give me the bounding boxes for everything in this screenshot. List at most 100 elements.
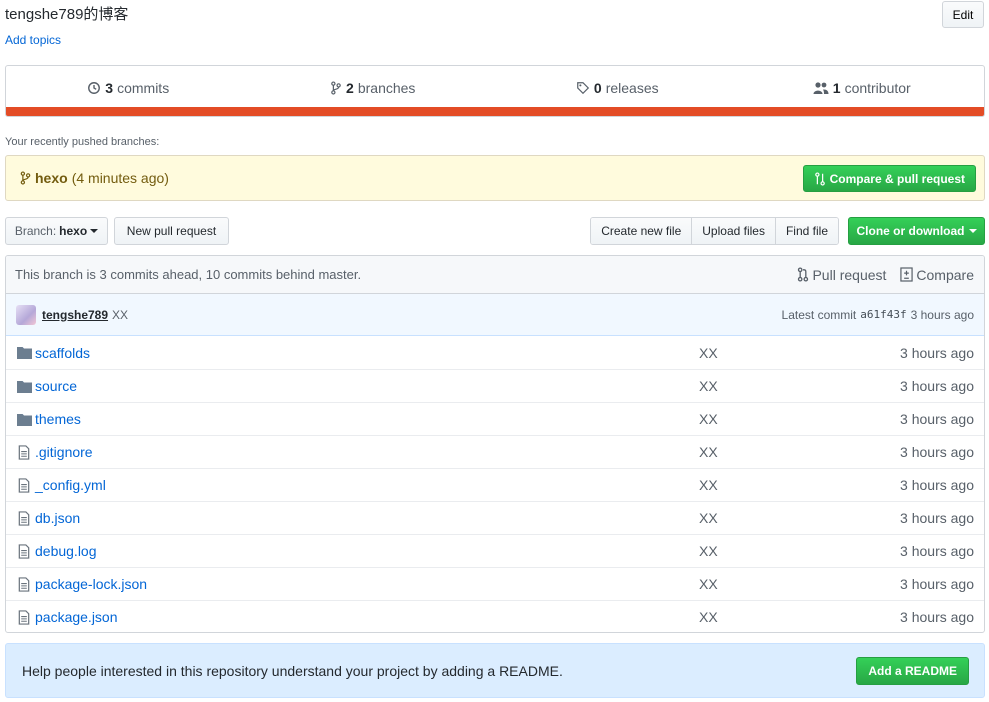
git-branch-icon bbox=[20, 171, 31, 185]
file-name-link[interactable]: .gitignore bbox=[35, 444, 93, 460]
pull-request-label: Pull request bbox=[812, 266, 887, 283]
file-icon bbox=[18, 543, 30, 559]
branch-status-bar: This branch is 3 commits ahead, 10 commi… bbox=[6, 256, 984, 294]
new-pull-request-button[interactable]: New pull request bbox=[114, 217, 229, 245]
commit-author[interactable]: tengshe789 bbox=[42, 308, 108, 322]
commit-message[interactable]: XX bbox=[112, 308, 128, 322]
contributors-label: contributor bbox=[844, 80, 911, 96]
commits-count: 3 bbox=[105, 80, 114, 96]
file-row: .gitignore XX 3 hours ago bbox=[6, 435, 984, 468]
file-commit-message[interactable]: XX bbox=[699, 543, 718, 559]
file-name-link[interactable]: debug.log bbox=[35, 543, 97, 559]
contributors-summary[interactable]: 1 contributor bbox=[740, 66, 985, 110]
file-icon bbox=[18, 576, 30, 592]
file-age: 3 hours ago bbox=[900, 510, 974, 526]
file-commit-message[interactable]: XX bbox=[699, 609, 718, 625]
file-row: package-lock.json XX 3 hours ago bbox=[6, 567, 984, 600]
file-icon bbox=[18, 477, 30, 493]
file-type-icon bbox=[16, 543, 32, 559]
branches-summary[interactable]: 2 branches bbox=[251, 66, 496, 110]
file-age: 3 hours ago bbox=[900, 477, 974, 493]
compare-pull-request-label: Compare & pull request bbox=[829, 171, 965, 186]
readme-prompt-text: Help people interested in this repositor… bbox=[22, 662, 563, 679]
file-age: 3 hours ago bbox=[900, 344, 974, 361]
releases-count: 0 bbox=[593, 80, 602, 96]
recent-branches-label: Your recently pushed branches: bbox=[5, 136, 160, 148]
releases-summary[interactable]: 0 releases bbox=[495, 66, 740, 110]
recent-branch-name[interactable]: hexo bbox=[35, 170, 68, 186]
file-type-icon bbox=[16, 510, 32, 526]
file-type-icon bbox=[16, 444, 32, 460]
file-age: 3 hours ago bbox=[900, 543, 974, 559]
repo-description: tengshe789的博客 bbox=[5, 6, 129, 23]
file-commit-message[interactable]: XX bbox=[699, 411, 718, 427]
avatar[interactable] bbox=[16, 304, 36, 325]
file-name-link[interactable]: source bbox=[35, 378, 77, 394]
file-row: debug.log XX 3 hours ago bbox=[6, 534, 984, 567]
file-commit-message[interactable]: XX bbox=[699, 345, 718, 361]
add-readme-button[interactable]: Add a README bbox=[856, 657, 969, 685]
file-name-link[interactable]: package.json bbox=[35, 609, 118, 625]
file-name-link[interactable]: db.json bbox=[35, 510, 80, 526]
folder-icon bbox=[16, 380, 32, 393]
file-row: db.json XX 3 hours ago bbox=[6, 501, 984, 534]
branches-count: 2 bbox=[346, 80, 354, 96]
file-age: 3 hours ago bbox=[900, 411, 974, 427]
people-icon bbox=[813, 82, 829, 94]
recent-branch-time: (4 minutes ago) bbox=[71, 170, 169, 186]
edit-description-button[interactable]: Edit bbox=[942, 1, 984, 28]
find-file-button[interactable]: Find file bbox=[774, 218, 838, 244]
history-icon bbox=[88, 82, 101, 94]
file-icon bbox=[18, 510, 30, 526]
file-row: _config.yml XX 3 hours ago bbox=[6, 468, 984, 501]
file-type-icon bbox=[16, 413, 32, 426]
add-topics-link[interactable]: Add topics bbox=[5, 33, 61, 47]
branch-select-button[interactable]: Branch: hexo bbox=[5, 217, 108, 245]
file-icon bbox=[18, 444, 30, 460]
file-name-link[interactable]: package-lock.json bbox=[35, 576, 147, 592]
commit-sha[interactable]: a61f43f bbox=[860, 308, 906, 321]
folder-icon bbox=[16, 347, 32, 359]
upload-files-button[interactable]: Upload files bbox=[691, 218, 775, 244]
file-commit-message[interactable]: XX bbox=[699, 477, 718, 493]
file-browser: This branch is 3 commits ahead, 10 commi… bbox=[5, 255, 985, 633]
clone-download-label: Clone or download bbox=[856, 224, 965, 238]
create-new-file-button[interactable]: Create new file bbox=[591, 218, 692, 244]
branch-status-text: This branch is 3 commits ahead, 10 commi… bbox=[15, 267, 362, 282]
file-actions-group: Create new file Upload files Find file bbox=[590, 217, 839, 245]
branches-label: branches bbox=[357, 80, 416, 96]
file-name-link[interactable]: themes bbox=[35, 411, 81, 427]
git-pull-request-icon bbox=[798, 267, 809, 282]
file-age: 3 hours ago bbox=[900, 576, 974, 592]
file-commit-message[interactable]: XX bbox=[699, 510, 718, 526]
commit-time: 3 hours ago bbox=[910, 307, 974, 322]
repo-summary: 3 commits 2 branches 0 releases 1 contri… bbox=[5, 65, 985, 117]
language-bar[interactable] bbox=[6, 107, 984, 116]
file-type-icon bbox=[16, 576, 32, 592]
diff-icon bbox=[900, 267, 914, 282]
file-type-icon bbox=[16, 346, 32, 359]
file-type-icon bbox=[16, 609, 32, 625]
tag-icon bbox=[577, 82, 590, 95]
file-row: package.json XX 3 hours ago bbox=[6, 600, 984, 632]
commits-summary[interactable]: 3 commits bbox=[6, 66, 251, 110]
file-icon bbox=[18, 609, 30, 625]
compare-link[interactable]: Compare bbox=[900, 267, 974, 283]
pull-request-link[interactable]: Pull request bbox=[797, 267, 886, 283]
file-commit-message[interactable]: XX bbox=[699, 576, 718, 592]
releases-label: releases bbox=[605, 80, 659, 96]
compare-pull-request-button[interactable]: Compare & pull request bbox=[802, 165, 976, 192]
file-name-link[interactable]: _config.yml bbox=[35, 477, 106, 493]
file-row: source XX 3 hours ago bbox=[6, 369, 984, 402]
compare-label: Compare bbox=[916, 266, 974, 283]
latest-commit-row: tengshe789 XX Latest commit a61f43f 3 ho… bbox=[6, 294, 984, 336]
file-row: scaffolds XX 3 hours ago bbox=[6, 336, 984, 369]
file-age: 3 hours ago bbox=[900, 609, 974, 625]
file-commit-message[interactable]: XX bbox=[699, 378, 718, 394]
latest-commit-label: Latest commit bbox=[781, 307, 857, 322]
file-age: 3 hours ago bbox=[900, 444, 974, 460]
file-name-link[interactable]: scaffolds bbox=[35, 345, 90, 361]
file-type-icon bbox=[16, 380, 32, 393]
file-commit-message[interactable]: XX bbox=[699, 444, 718, 460]
clone-download-button[interactable]: Clone or download bbox=[848, 217, 985, 245]
